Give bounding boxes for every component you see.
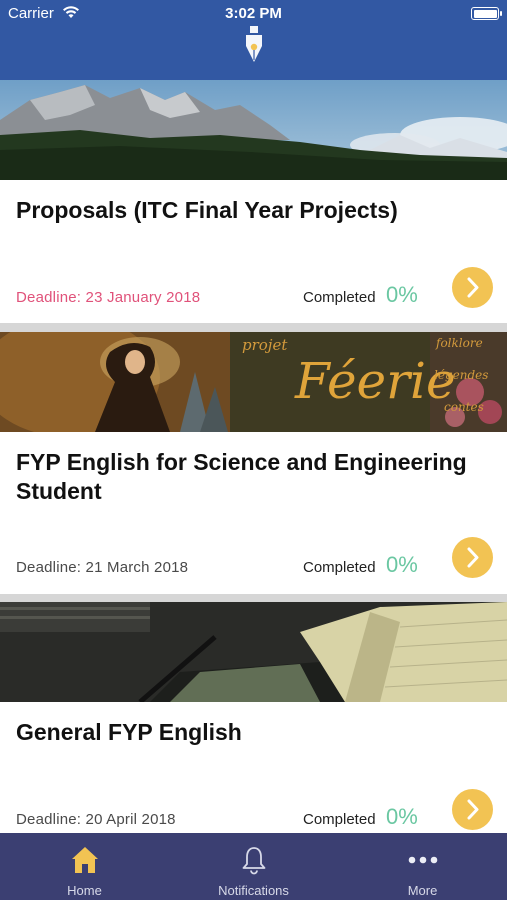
- more-dots-icon: [407, 844, 439, 876]
- tab-home-label: Home: [67, 883, 102, 898]
- tab-home[interactable]: Home: [0, 833, 169, 900]
- pen-nib-logo-icon: [239, 26, 269, 64]
- project-title: Proposals (ITC Final Year Projects): [16, 197, 398, 223]
- banner-side-text: contes: [444, 400, 484, 414]
- mountain-banner-image: [0, 80, 507, 180]
- project-card[interactable]: General FYP English Deadline: 20 April 2…: [0, 602, 507, 833]
- tab-notifications[interactable]: Notifications: [169, 833, 338, 900]
- banner-side-text: folklore: [436, 336, 483, 350]
- tab-notifications-label: Notifications: [218, 883, 289, 898]
- tab-more-label: More: [407, 883, 438, 898]
- open-project-button[interactable]: [452, 267, 493, 308]
- bell-icon: [238, 844, 270, 876]
- completed-label: Completed: [303, 811, 376, 828]
- chevron-right-icon: [467, 547, 479, 568]
- clock-label: 3:02 PM: [225, 5, 282, 22]
- open-project-button[interactable]: [452, 537, 493, 578]
- deadline-label: Deadline: 23 January 2018: [16, 289, 201, 306]
- completed-label: Completed: [303, 559, 376, 576]
- app-screen: Carrier 3:02 PM Proposals (ITC Final Yea…: [0, 0, 507, 900]
- completion-percent: 0%: [386, 804, 418, 829]
- deadline-label: Deadline: 21 March 2018: [16, 559, 189, 576]
- tab-bar: Home Notifications More: [0, 833, 507, 900]
- banner-side-text: légendes: [434, 368, 489, 382]
- project-card[interactable]: Proposals (ITC Final Year Projects) Dead…: [0, 80, 507, 323]
- battery-icon: [471, 7, 502, 20]
- chevron-right-icon: [467, 799, 479, 820]
- notebook-banner-image: [0, 602, 507, 702]
- banner-title-text: Féerie: [295, 352, 456, 410]
- nav-bar: Carrier 3:02 PM: [0, 0, 507, 80]
- completion-percent: 0%: [386, 552, 418, 577]
- banner-side-text: projet: [242, 336, 288, 354]
- project-title: FYP English for Science and Engineering …: [16, 449, 467, 504]
- chevron-right-icon: [467, 277, 479, 298]
- deadline-label: Deadline: 20 April 2018: [16, 811, 176, 828]
- tab-more[interactable]: More: [338, 833, 507, 900]
- project-card[interactable]: Féerie projet folklore légendes contes F…: [0, 332, 507, 594]
- status-bar: Carrier 3:02 PM: [0, 0, 507, 28]
- completion-percent: 0%: [386, 282, 418, 307]
- project-title: General FYP English: [16, 719, 242, 745]
- feerie-banner-image: Féerie projet folklore légendes contes: [0, 332, 507, 432]
- completed-label: Completed: [303, 289, 376, 306]
- home-icon: [69, 844, 101, 876]
- open-project-button[interactable]: [452, 789, 493, 830]
